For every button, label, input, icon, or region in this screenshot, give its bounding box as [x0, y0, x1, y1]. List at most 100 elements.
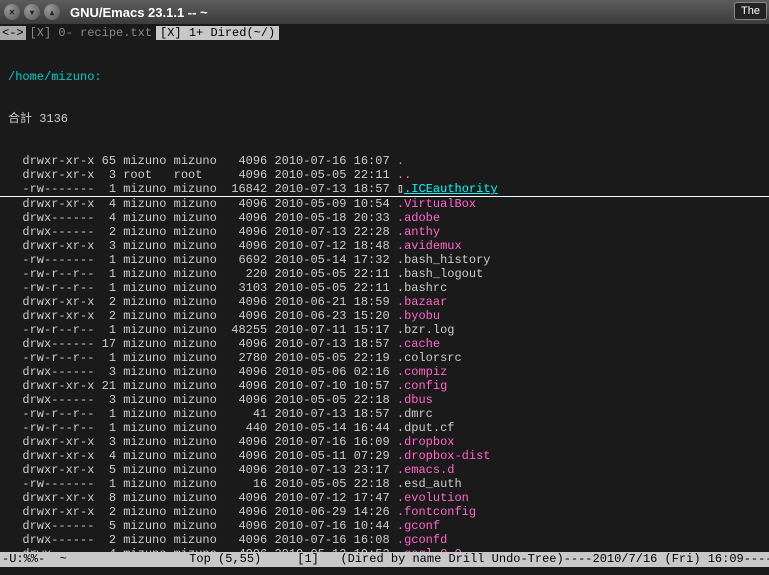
entry-meta: -rw-r--r-- 1 mizuno mizuno 48255 2010-07…	[8, 323, 397, 337]
dired-entry[interactable]: -rw------- 1 mizuno mizuno 16 2010-05-05…	[0, 477, 769, 491]
minibuffer[interactable]	[0, 567, 769, 575]
entry-filename[interactable]: .bash_history	[397, 253, 491, 267]
dired-entry[interactable]: drwx------ 4 mizuno mizuno 4096 2010-05-…	[0, 211, 769, 225]
entry-meta: -rw-r--r-- 1 mizuno mizuno 3103 2010-05-…	[8, 281, 397, 295]
entry-meta: drwxr-xr-x 4 mizuno mizuno 4096 2010-05-…	[8, 449, 397, 463]
entry-meta: -rw-r--r-- 1 mizuno mizuno 220 2010-05-0…	[8, 267, 397, 281]
entry-meta: drwxr-xr-x 3 root root 4096 2010-05-05 2…	[8, 168, 397, 182]
entry-filename[interactable]: .	[397, 154, 404, 168]
tab-dired[interactable]: [X] 1+ Dired(~/)	[156, 26, 279, 40]
dired-entry[interactable]: drwx------ 2 mizuno mizuno 4096 2010-07-…	[0, 225, 769, 239]
entry-filename[interactable]: .dbus	[397, 393, 433, 407]
titlebar: ✕ ▾ ▴ GNU/Emacs 23.1.1 -- ~	[0, 0, 769, 24]
dired-entry[interactable]: drwxr-xr-x 4 mizuno mizuno 4096 2010-05-…	[0, 197, 769, 211]
entry-filename[interactable]: .dropbox	[397, 435, 455, 449]
dired-entry[interactable]: drwxr-xr-x 2 mizuno mizuno 4096 2010-06-…	[0, 505, 769, 519]
entry-meta: drwxr-xr-x 21 mizuno mizuno 4096 2010-07…	[8, 379, 397, 393]
maximize-window-button[interactable]: ▴	[44, 4, 60, 20]
entry-meta: -rw------- 1 mizuno mizuno 16 2010-05-05…	[8, 477, 397, 491]
entry-meta: drwxr-xr-x 2 mizuno mizuno 4096 2010-06-…	[8, 295, 397, 309]
dired-entry[interactable]: drwxr-xr-x 5 mizuno mizuno 4096 2010-07-…	[0, 463, 769, 477]
dired-entry[interactable]: drwxr-xr-x 2 mizuno mizuno 4096 2010-06-…	[0, 309, 769, 323]
entry-meta: drwx------ 4 mizuno mizuno 4096 2010-05-…	[8, 211, 397, 225]
entry-meta: drwxr-xr-x 5 mizuno mizuno 4096 2010-07-…	[8, 463, 397, 477]
editor-buffer[interactable]: /home/mizuno: 合計 3136 drwxr-xr-x 65 mizu…	[0, 42, 769, 552]
entry-meta: drwx------ 5 mizuno mizuno 4096 2010-07-…	[8, 519, 397, 533]
dired-entry[interactable]: drwx------ 3 mizuno mizuno 4096 2010-05-…	[0, 393, 769, 407]
dired-entry[interactable]: drwx------ 2 mizuno mizuno 4096 2010-07-…	[0, 533, 769, 547]
entry-filename[interactable]: .cache	[397, 337, 440, 351]
dired-entry[interactable]: -rw------- 1 mizuno mizuno 16842 2010-07…	[0, 182, 769, 197]
entry-filename[interactable]: .fontconfig	[397, 505, 476, 519]
entry-filename[interactable]: .dput.cf	[397, 421, 455, 435]
entry-filename[interactable]: .avidemux	[397, 239, 462, 253]
entry-meta: -rw------- 1 mizuno mizuno 6692 2010-05-…	[8, 253, 397, 267]
entry-filename[interactable]: .config	[397, 379, 447, 393]
entry-meta: -rw-r--r-- 1 mizuno mizuno 2780 2010-05-…	[8, 351, 397, 365]
dired-path: /home/mizuno:	[0, 70, 769, 84]
entry-filename[interactable]: .bazaar	[397, 295, 447, 309]
entry-meta: drwx------ 3 mizuno mizuno 4096 2010-05-…	[8, 393, 397, 407]
dired-entry[interactable]: -rw-r--r-- 1 mizuno mizuno 48255 2010-07…	[0, 323, 769, 337]
dired-entry[interactable]: -rw-r--r-- 1 mizuno mizuno 440 2010-05-1…	[0, 421, 769, 435]
entry-filename[interactable]: ..	[397, 168, 411, 182]
entry-meta: drwxr-xr-x 2 mizuno mizuno 4096 2010-06-…	[8, 505, 397, 519]
dired-entry[interactable]: -rw------- 1 mizuno mizuno 6692 2010-05-…	[0, 253, 769, 267]
entry-meta: drwx------ 3 mizuno mizuno 4096 2010-05-…	[8, 365, 397, 379]
entry-filename[interactable]: .dmrc	[397, 407, 433, 421]
entry-meta: -rw-r--r-- 1 mizuno mizuno 41 2010-07-13…	[8, 407, 397, 421]
dired-entry[interactable]: drwx------ 3 mizuno mizuno 4096 2010-05-…	[0, 365, 769, 379]
entry-filename[interactable]: .emacs.d	[397, 463, 455, 477]
dired-entry[interactable]: drwxr-xr-x 8 mizuno mizuno 4096 2010-07-…	[0, 491, 769, 505]
entry-filename[interactable]: .bzr.log	[397, 323, 455, 337]
entry-filename[interactable]: .byobu	[397, 309, 440, 323]
entry-filename[interactable]: .evolution	[397, 491, 469, 505]
mode-line: -U:%%- ~ Top (5,55) [1] (Dired by name D…	[0, 552, 769, 567]
dired-entry[interactable]: drwxr-xr-x 4 mizuno mizuno 4096 2010-05-…	[0, 449, 769, 463]
dired-entry[interactable]: drwxr-xr-x 21 mizuno mizuno 4096 2010-07…	[0, 379, 769, 393]
tab-recipe[interactable]: [X] 0- recipe.txt	[26, 26, 156, 40]
tab-nav-arrows[interactable]: <->	[0, 26, 26, 40]
entry-filename[interactable]: .gconfd	[397, 533, 447, 547]
entry-meta: drwx------ 17 mizuno mizuno 4096 2010-07…	[8, 337, 397, 351]
entry-meta: drwx------ 2 mizuno mizuno 4096 2010-07-…	[8, 533, 397, 547]
entry-meta: -rw------- 1 mizuno mizuno 16842 2010-07…	[8, 182, 397, 196]
dired-entry[interactable]: -rw-r--r-- 1 mizuno mizuno 220 2010-05-0…	[0, 267, 769, 281]
close-window-button[interactable]: ✕	[4, 4, 20, 20]
dired-entry[interactable]: drwxr-xr-x 2 mizuno mizuno 4096 2010-06-…	[0, 295, 769, 309]
entry-meta: -rw-r--r-- 1 mizuno mizuno 440 2010-05-1…	[8, 421, 397, 435]
entry-meta: drwxr-xr-x 2 mizuno mizuno 4096 2010-06-…	[8, 309, 397, 323]
dired-entry[interactable]: -rw-r--r-- 1 mizuno mizuno 2780 2010-05-…	[0, 351, 769, 365]
entry-filename[interactable]: .compiz	[397, 365, 447, 379]
dired-entry[interactable]: drwxr-xr-x 3 root root 4096 2010-05-05 2…	[0, 168, 769, 182]
entry-filename[interactable]: .bashrc	[397, 281, 447, 295]
dired-total: 合計 3136	[0, 112, 769, 126]
entry-filename[interactable]: .VirtualBox	[397, 197, 476, 211]
entry-filename[interactable]: .dropbox-dist	[397, 449, 491, 463]
corner-button[interactable]: The	[734, 2, 767, 20]
entry-meta: drwxr-xr-x 8 mizuno mizuno 4096 2010-07-…	[8, 491, 397, 505]
entry-filename[interactable]: .colorsrc	[397, 351, 462, 365]
window-title: GNU/Emacs 23.1.1 -- ~	[70, 5, 208, 20]
entry-meta: drwxr-xr-x 4 mizuno mizuno 4096 2010-05-…	[8, 197, 397, 211]
tab-bar: <-> [X] 0- recipe.txt [X] 1+ Dired(~/)	[0, 24, 769, 42]
dired-entry[interactable]: -rw-r--r-- 1 mizuno mizuno 41 2010-07-13…	[0, 407, 769, 421]
dired-entry[interactable]: drwx------ 17 mizuno mizuno 4096 2010-07…	[0, 337, 769, 351]
entry-filename[interactable]: .adobe	[397, 211, 440, 225]
dired-entry[interactable]: drwxr-xr-x 65 mizuno mizuno 4096 2010-07…	[0, 154, 769, 168]
entry-meta: drwx------ 2 mizuno mizuno 4096 2010-07-…	[8, 225, 397, 239]
entry-meta: drwxr-xr-x 3 mizuno mizuno 4096 2010-07-…	[8, 435, 397, 449]
minimize-window-button[interactable]: ▾	[24, 4, 40, 20]
dired-entry[interactable]: drwxr-xr-x 3 mizuno mizuno 4096 2010-07-…	[0, 435, 769, 449]
window-controls: ✕ ▾ ▴	[4, 4, 60, 20]
entry-filename[interactable]: .esd_auth	[397, 477, 462, 491]
entry-filename[interactable]: .anthy	[397, 225, 440, 239]
entry-filename[interactable]: .ICEauthority	[404, 182, 498, 196]
entry-meta: drwxr-xr-x 65 mizuno mizuno 4096 2010-07…	[8, 154, 397, 168]
dired-entry[interactable]: drwxr-xr-x 3 mizuno mizuno 4096 2010-07-…	[0, 239, 769, 253]
entry-filename[interactable]: .gconf	[397, 519, 440, 533]
entry-meta: drwxr-xr-x 3 mizuno mizuno 4096 2010-07-…	[8, 239, 397, 253]
entry-filename[interactable]: .bash_logout	[397, 267, 483, 281]
dired-entry[interactable]: -rw-r--r-- 1 mizuno mizuno 3103 2010-05-…	[0, 281, 769, 295]
dired-entry[interactable]: drwx------ 5 mizuno mizuno 4096 2010-07-…	[0, 519, 769, 533]
